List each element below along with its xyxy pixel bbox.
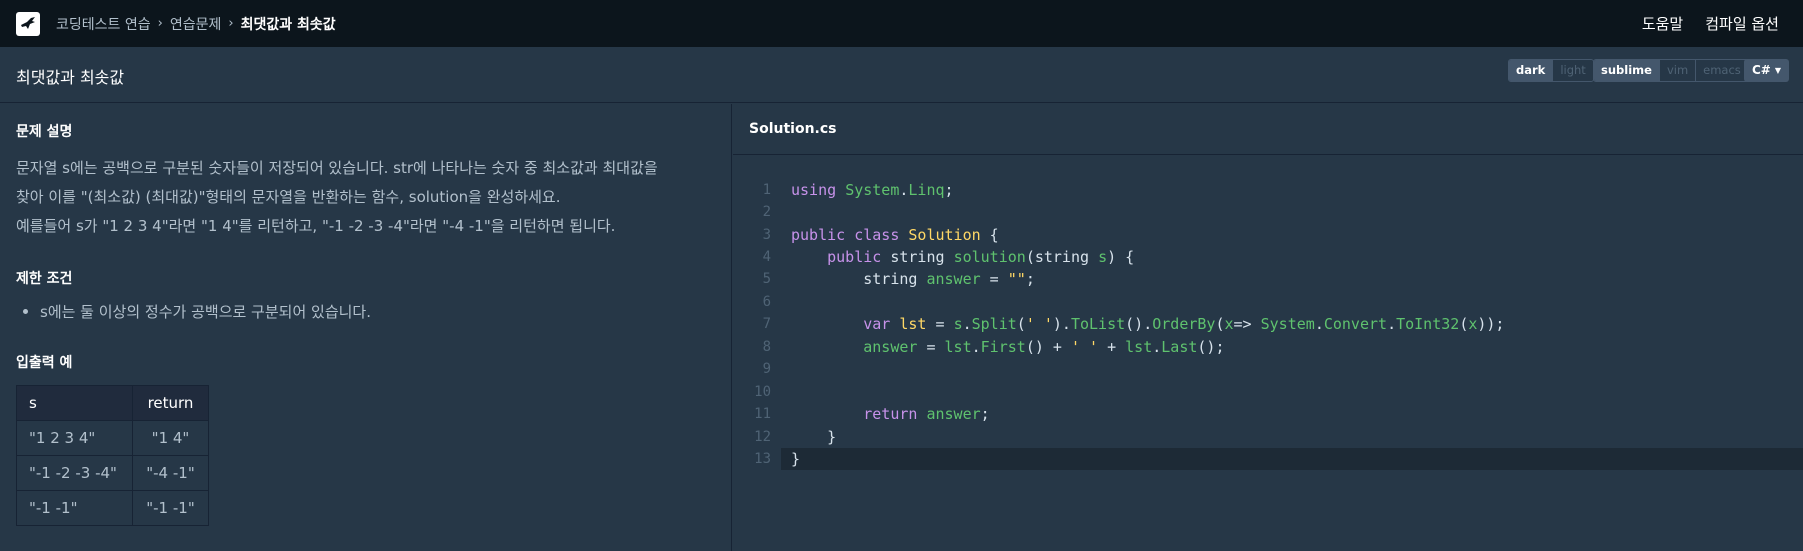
table-cell: "1 2 3 4" (16, 420, 133, 456)
keymap-toggle: sublime vim emacs (1593, 59, 1749, 82)
description-heading: 문제 설명 (16, 124, 73, 140)
language-select[interactable]: C# ▼ (1744, 59, 1790, 82)
keymap-sublime-button[interactable]: sublime (1594, 60, 1659, 81)
constraint-item: s에는 둘 이상의 정수가 공백으로 구분되어 있습니다. (23, 303, 371, 321)
code-line: 2 (762, 204, 771, 220)
code-line: 7 var lst = s.Split(' ').ToList().OrderB… (762, 315, 1505, 333)
constraints-heading: 제한 조건 (16, 271, 73, 287)
title-bar: 최댓값과 최솟값 dark light sublime vim emacs C#… (0, 47, 1803, 103)
breadcrumb: 코딩테스트 연습 › 연습문제 › 최댓값과 최솟값 (56, 0, 336, 47)
code-line: 11 return answer; (754, 405, 990, 423)
chevron-right-icon: › (228, 16, 234, 31)
breadcrumb-current: 최댓값과 최솟값 (240, 16, 336, 33)
code-editor[interactable]: 1 using System.Linq; 2 3 public class Solu… (733, 156, 1803, 551)
constraints-list: s에는 둘 이상의 정수가 공백으로 구분되어 있습니다. (23, 301, 371, 322)
theme-dark-button[interactable]: dark (1509, 60, 1553, 81)
code-line: 9 (762, 361, 771, 377)
code-line: 5 string answer = ""; (762, 270, 1035, 288)
code-line: 3 public class Solution { (762, 226, 999, 244)
description-line: 찾아 이를 "(최소값) (최대값)"형태의 문자열을 반환하는 함수, sol… (16, 188, 561, 206)
editor-panel: Solution.cs 1 using System.Linq; 2 3 publi… (733, 104, 1803, 551)
column-header-return: return (132, 385, 209, 421)
editor-filename: Solution.cs (749, 121, 837, 137)
problem-panel: 문제 설명 문자열 s에는 공백으로 구분된 숫자들이 저장되어 있습니다. s… (0, 104, 732, 551)
breadcrumb-coding-test[interactable]: 코딩테스트 연습 (56, 14, 151, 34)
top-nav: 코딩테스트 연습 › 연습문제 › 최댓값과 최솟값 도움말 컴파일 옵션 (0, 0, 1803, 47)
breadcrumb-practice[interactable]: 연습문제 (170, 14, 222, 34)
code-line: 8 answer = lst.First() + ' ' + lst.Last(… (762, 338, 1225, 356)
table-cell: "-1 -2 -3 -4" (16, 455, 133, 491)
page-title: 최댓값과 최솟값 (16, 68, 125, 87)
caret-down-icon: ▼ (1774, 66, 1782, 75)
theme-toggle: dark light (1508, 59, 1594, 82)
code-line: 10 (754, 384, 771, 400)
code-line: 4 public string solution(string s) { (762, 248, 1135, 266)
examples-table: s return "1 2 3 4" "1 4" "-1 -2 -3 -4" "… (16, 385, 209, 526)
table-header-row: s return (16, 385, 209, 421)
table-row: "-1 -1" "-1 -1" (16, 490, 209, 526)
description-line: 예를들어 s가 "1 2 3 4"라면 "1 4"를 리턴하고, "-1 -2 … (16, 217, 616, 235)
language-label: C# (1752, 63, 1771, 77)
chevron-right-icon: › (157, 16, 163, 31)
table-cell: "-4 -1" (132, 455, 209, 491)
code-line: 6 (762, 294, 771, 310)
table-row: "-1 -2 -3 -4" "-4 -1" (16, 455, 209, 491)
editor-header: Solution.cs (733, 104, 1803, 155)
code-line: 12 } (754, 428, 837, 446)
table-cell: "1 4" (132, 420, 209, 456)
column-header-s: s (16, 385, 133, 421)
code-line: 1 using System.Linq; (762, 181, 954, 199)
help-link[interactable]: 도움말 (1642, 13, 1683, 34)
description-line: 문자열 s에는 공백으로 구분된 숫자들이 저장되어 있습니다. str에 나타… (16, 159, 658, 177)
compile-options-link[interactable]: 컴파일 옵션 (1705, 13, 1779, 34)
top-nav-right: 도움말 컴파일 옵션 (1620, 0, 1779, 47)
theme-light-button[interactable]: light (1552, 60, 1593, 81)
examples-heading: 입출력 예 (16, 355, 73, 371)
table-cell: "-1 -1" (16, 490, 133, 526)
code-line-current: 13} (754, 448, 1803, 470)
table-cell: "-1 -1" (132, 490, 209, 526)
keymap-emacs-button[interactable]: emacs (1695, 60, 1748, 81)
table-row: "1 2 3 4" "1 4" (16, 420, 209, 456)
programmers-logo-icon[interactable] (16, 12, 40, 36)
keymap-vim-button[interactable]: vim (1658, 60, 1696, 81)
problem-description: 문자열 s에는 공백으로 구분된 숫자들이 저장되어 있습니다. str에 나타… (16, 154, 716, 241)
